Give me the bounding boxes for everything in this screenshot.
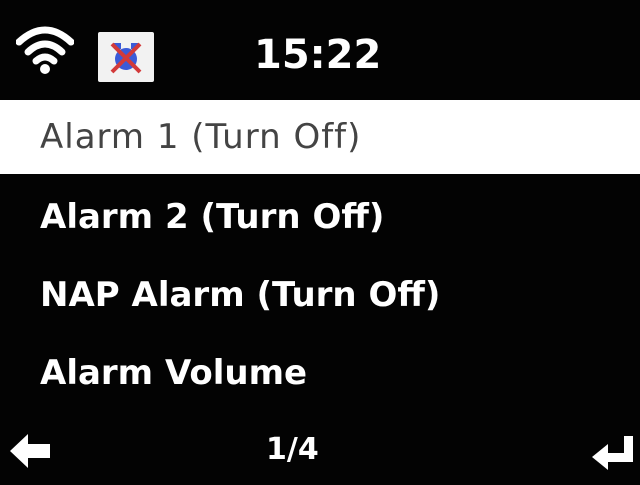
menu-item-alarm-1[interactable]: Alarm 1 (Turn Off) — [0, 100, 640, 174]
clock-time: 15:22 — [254, 32, 382, 78]
page-indicator: 1/4 — [266, 432, 319, 467]
radio-display-screen: 15:22 Alarm 1 (Turn Off) Alarm 2 (Turn O… — [0, 0, 640, 485]
left-arrow-icon[interactable] — [10, 434, 50, 468]
alarm-menu: Alarm 1 (Turn Off) Alarm 2 (Turn Off) NA… — [0, 100, 640, 412]
enter-return-icon[interactable] — [592, 432, 636, 472]
footer-bar: 1/4 — [0, 420, 640, 485]
menu-item-nap-alarm[interactable]: NAP Alarm (Turn Off) — [0, 256, 640, 334]
status-bar: 15:22 — [0, 0, 640, 100]
menu-item-alarm-volume[interactable]: Alarm Volume — [0, 334, 640, 412]
alarm-muted-icon — [98, 32, 154, 82]
menu-item-alarm-2[interactable]: Alarm 2 (Turn Off) — [0, 178, 640, 256]
wifi-icon — [16, 26, 74, 74]
